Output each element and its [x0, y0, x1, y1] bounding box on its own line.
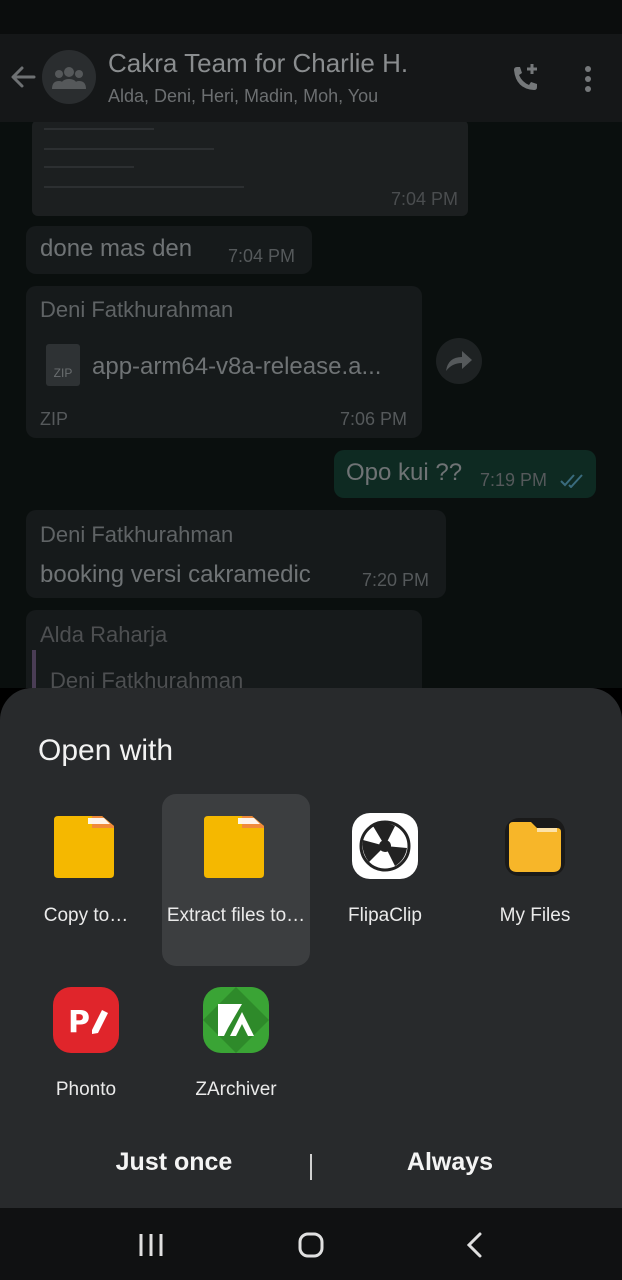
forward-button[interactable]: [436, 338, 482, 384]
navigation-bar: [0, 1208, 622, 1280]
sender-name: Deni Fatkhurahman: [40, 297, 234, 322]
forward-icon: [446, 351, 472, 371]
add-call-icon[interactable]: [508, 62, 542, 96]
phonto-icon: P: [53, 987, 119, 1053]
sender-name: Deni Fatkhurahman: [40, 522, 234, 547]
sheet-title: Open with: [38, 734, 174, 767]
app-option-my-files[interactable]: My Files: [461, 794, 609, 966]
flipaclip-icon: [352, 813, 418, 879]
my-files-icon: [505, 818, 565, 876]
quoted-sender-name: Deni Fatkhurahman: [50, 668, 244, 688]
message-time: 7:04 PM: [228, 246, 296, 266]
folder-icon: [204, 816, 264, 878]
status-bar: [0, 0, 622, 34]
zarchiver-icon: [203, 987, 269, 1053]
chat-header: Cakra Team for Charlie H. Alda, Deni, He…: [0, 34, 622, 122]
app-option-extract-files[interactable]: Extract files to…: [162, 794, 310, 966]
folder-icon: [54, 816, 114, 878]
action-divider: [310, 1154, 312, 1180]
file-name[interactable]: app-arm64-v8a-release.a...: [92, 353, 381, 381]
app-option-flipaclip[interactable]: FlipaClip: [311, 794, 459, 966]
app-option-copy-to[interactable]: Copy to…: [12, 794, 160, 966]
chat-messages: 7:04 PM done mas den 7:04 PM Deni Fatkhu…: [0, 122, 622, 688]
zip-file-icon: ZIP: [46, 344, 80, 386]
message-text: Opo kui ??: [346, 459, 463, 486]
message-text: done mas den: [40, 235, 193, 262]
message-text: booking versi cakramedic: [40, 561, 311, 588]
app-label: ZArchiver: [195, 1079, 277, 1100]
home-icon[interactable]: [296, 1230, 326, 1260]
message-time: 7:06 PM: [340, 409, 408, 429]
group-avatar[interactable]: [42, 50, 96, 104]
image-message[interactable]: 7:04 PM: [32, 122, 468, 216]
app-label: FlipaClip: [348, 905, 422, 926]
back-arrow-icon[interactable]: [8, 62, 38, 92]
always-button[interactable]: Always: [330, 1148, 570, 1177]
message-time: 7:19 PM: [480, 470, 548, 490]
file-type: ZIP: [40, 409, 69, 429]
group-icon: [52, 67, 86, 89]
message-time: 7:04 PM: [390, 189, 458, 209]
just-once-button[interactable]: Just once: [54, 1148, 294, 1177]
svg-text:P: P: [68, 1005, 90, 1040]
sender-name: Alda Raharja: [40, 622, 168, 647]
app-label: Phonto: [55, 1079, 117, 1100]
chat-title[interactable]: Cakra Team for Charlie H.: [108, 48, 408, 79]
app-label: My Files: [499, 905, 571, 926]
open-with-sheet: Open with Copy to… Extract files to… Fli…: [0, 688, 622, 1208]
app-option-zarchiver[interactable]: ZArchiver: [162, 968, 310, 1140]
app-label: Copy to…: [43, 905, 129, 926]
read-receipt-icon: [560, 474, 583, 488]
app-option-phonto[interactable]: P Phonto: [12, 968, 160, 1140]
recent-apps-icon[interactable]: [136, 1230, 166, 1260]
quote-bar: [32, 650, 36, 688]
more-vert-icon[interactable]: [578, 64, 598, 94]
message-time: 7:20 PM: [362, 570, 430, 590]
back-icon[interactable]: [460, 1230, 490, 1260]
chat-participants: Alda, Deni, Heri, Madin, Moh, You: [108, 86, 379, 106]
app-label: Extract files to…: [166, 905, 306, 926]
